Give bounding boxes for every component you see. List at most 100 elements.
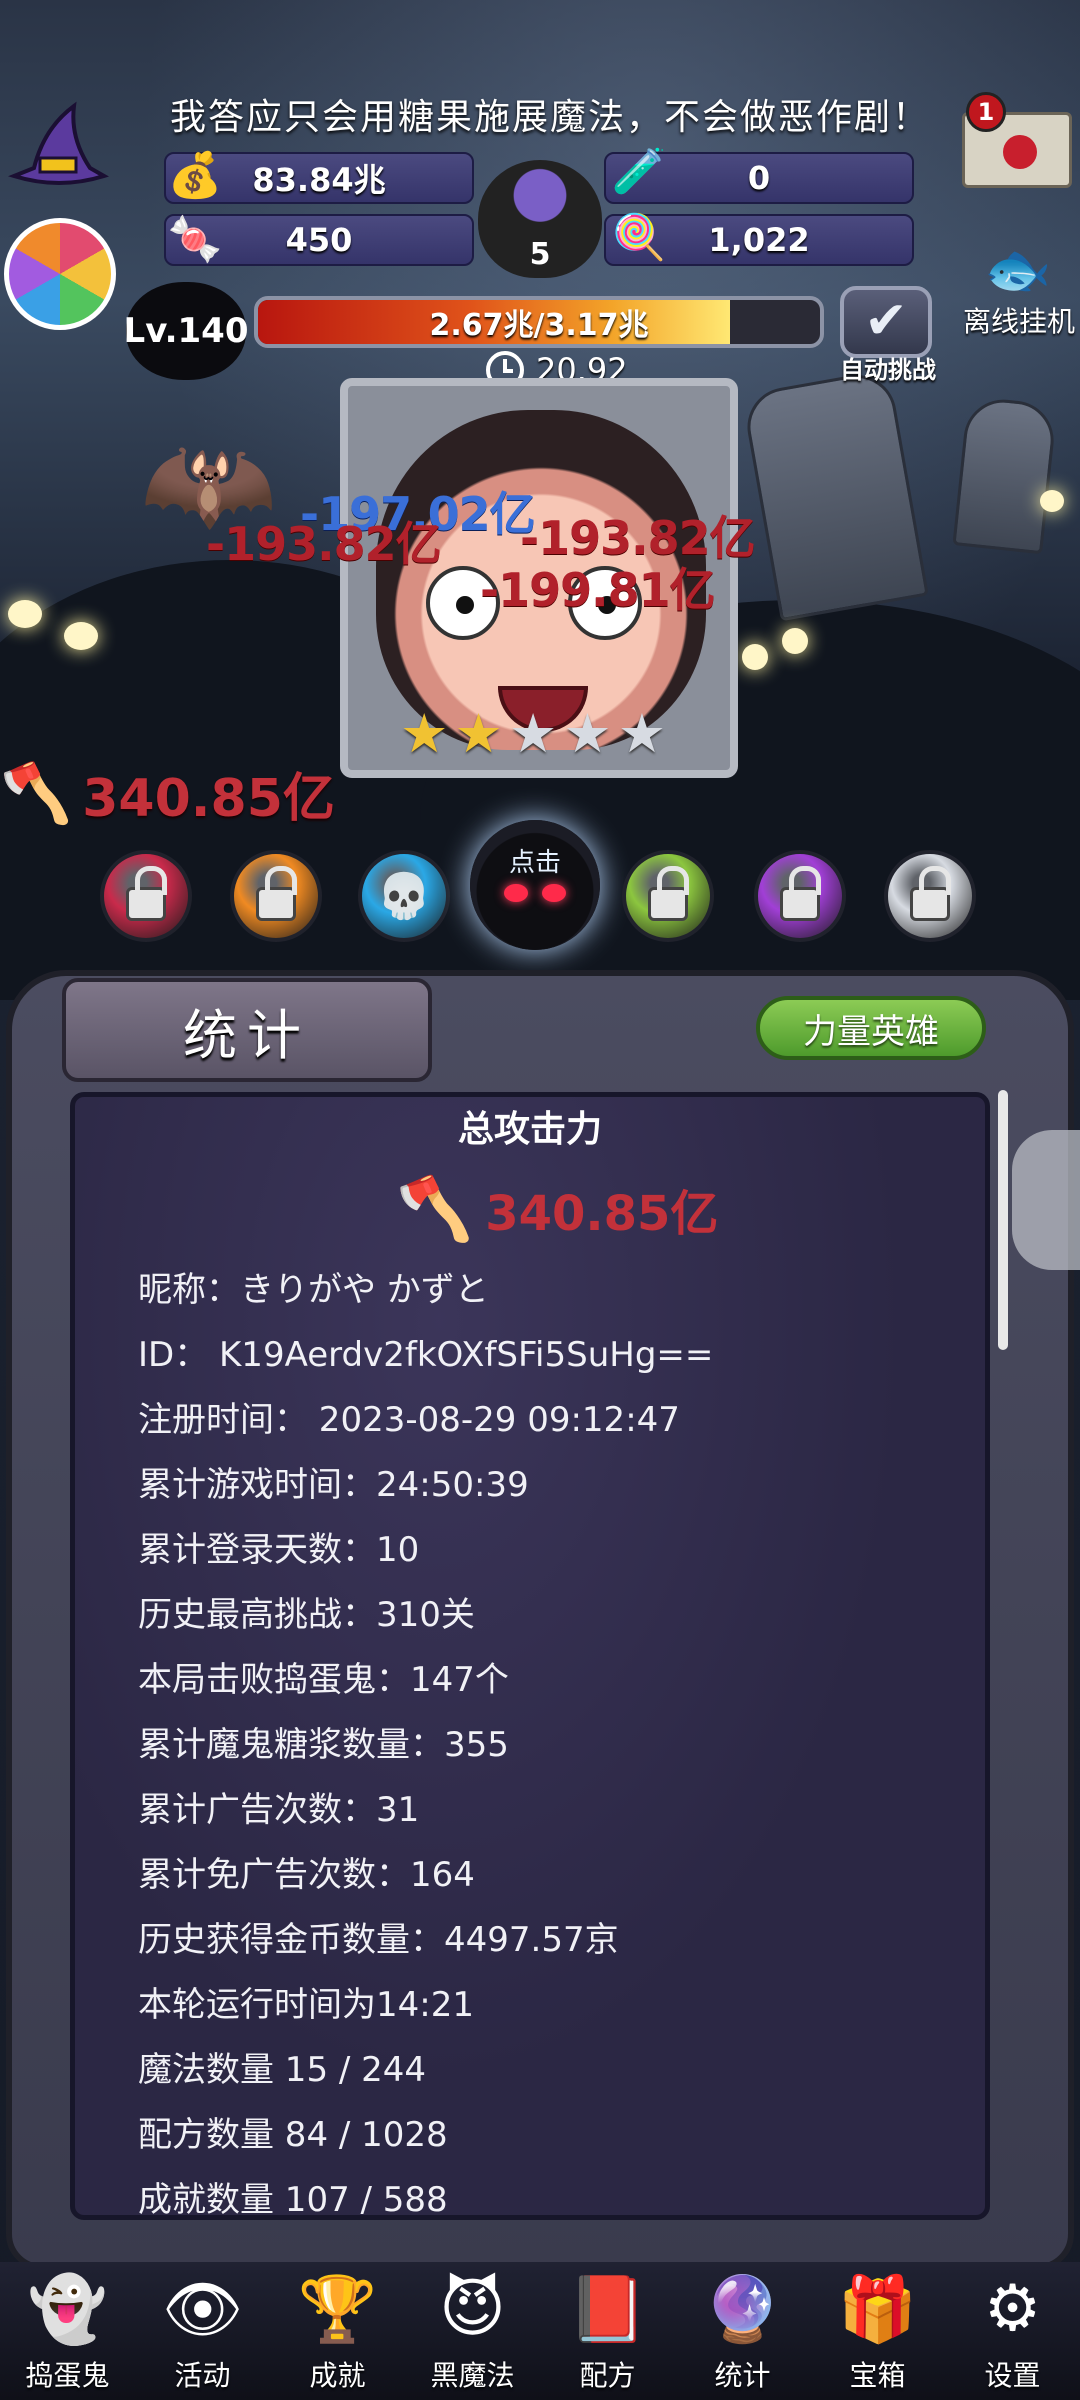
coins-value: 83.84兆: [252, 161, 386, 199]
ghost-icon: 👻: [27, 2272, 108, 2347]
stat-achievement-count: 成就数量 107 / 588: [138, 2180, 448, 2220]
stat-recipe-count: 配方数量 84 / 1028: [138, 2115, 448, 2155]
nav-label: 统计: [714, 2359, 771, 2392]
boss-hp-bar: 2.67兆/3.17兆: [254, 296, 824, 348]
nav-item-statistics[interactable]: 🔮 统计: [679, 2266, 807, 2394]
ghost-face-icon: 💀: [376, 871, 432, 922]
tab-power-heroes[interactable]: 力量英雄: [756, 996, 986, 1060]
nav-label: 宝箱: [849, 2359, 906, 2392]
skull-potion-icon: 🧪: [611, 146, 667, 197]
nav-item-dark-magic[interactable]: 😈 黑魔法: [409, 2266, 537, 2394]
lock-icon: [780, 866, 821, 921]
boss-hp-text: 2.67兆/3.17兆: [429, 308, 649, 343]
bottom-navigation: 👻 捣蛋鬼 👁 活动 🏆 成就 😈 黑魔法 📕 配方 🔮 统计 🎁 宝箱 ⚙ 设…: [0, 2262, 1080, 2400]
demon-eyes-icon: [504, 884, 566, 904]
cauldron-count: 5: [529, 237, 551, 272]
glowing-eye: [782, 628, 808, 654]
nav-item-chests[interactable]: 🎁 宝箱: [814, 2266, 942, 2394]
fishbone-icon[interactable]: 🐟: [958, 240, 1078, 300]
axe-icon: 🪓: [0, 759, 73, 827]
axe-icon: 🪓: [396, 1172, 474, 1245]
nav-label: 黑魔法: [430, 2359, 515, 2392]
stats-list: 昵称：きりがや かずと ID： K19Aerdv2fkOXfSFi5SuHg==…: [138, 1258, 978, 2233]
skill-orb-locked[interactable]: [622, 850, 714, 942]
glowing-eye: [8, 600, 42, 628]
mail-badge: 1: [966, 92, 1006, 132]
crystal-ball-icon: 🔮: [702, 2272, 783, 2347]
glowing-eye: [1040, 490, 1064, 512]
nav-item-recipes[interactable]: 📕 配方: [544, 2266, 672, 2394]
dark-magic-icon: 😈: [439, 2272, 506, 2346]
skill-orb-locked[interactable]: [230, 850, 322, 942]
damage-popup: -193.82亿: [206, 517, 442, 571]
star-icon: ★: [617, 702, 667, 765]
skill-orb-locked[interactable]: [884, 850, 976, 942]
candy-ball-icon[interactable]: [4, 218, 116, 330]
boss-star-rating: ★ ★ ★ ★ ★: [400, 702, 666, 765]
glowing-eye: [742, 644, 768, 670]
auto-challenge-checkbox[interactable]: ✔: [840, 286, 932, 358]
gift-box-icon: 🎁: [837, 2272, 918, 2347]
stat-register-time: 注册时间： 2023-08-29 09:12:47: [138, 1400, 680, 1440]
nav-item-settings[interactable]: ⚙ 设置: [949, 2266, 1077, 2394]
tab-statistics[interactable]: 统计: [62, 978, 432, 1082]
tombstone: [952, 395, 1058, 555]
coin-bag-icon: 💰: [167, 150, 223, 201]
lock-icon: [648, 866, 689, 921]
star-icon: ★: [400, 702, 449, 765]
nav-item-achievements[interactable]: 🏆 成就: [274, 2266, 402, 2394]
stat-ads: 累计广告次数：31: [138, 1790, 420, 1830]
nav-label: 配方: [579, 2359, 636, 2392]
auto-challenge-label[interactable]: 自动挑战: [828, 350, 948, 385]
side-drawer-handle[interactable]: [1012, 1130, 1080, 1270]
stat-login-days: 累计登录天数：10: [138, 1530, 420, 1570]
candy-wrap-value: 450: [285, 221, 353, 259]
nav-label: 成就: [309, 2359, 366, 2392]
potion-value: 0: [747, 159, 771, 197]
stat-run-time: 本轮运行时间为14:21: [138, 1985, 474, 2025]
panel-title: 总攻击力: [457, 1109, 602, 1150]
gear-icon: ⚙: [983, 2272, 1042, 2346]
skill-orb-locked[interactable]: [100, 850, 192, 942]
stat-id: ID： K19Aerdv2fkOXfSFi5SuHg==: [138, 1335, 714, 1375]
stat-syrup: 累计魔鬼糖浆数量：355: [138, 1725, 509, 1765]
cauldron-icon[interactable]: 5: [478, 160, 602, 278]
witch-hat-icon[interactable]: [4, 98, 114, 198]
skill-orb-locked[interactable]: [754, 850, 846, 942]
mail-seal: [1003, 135, 1037, 169]
recipe-book-icon: 📕: [567, 2272, 648, 2347]
tombstone: [741, 368, 929, 622]
skill-orb-active[interactable]: 点击: [470, 820, 600, 950]
star-icon: ★: [454, 702, 503, 765]
candy-corn-icon: 🍭: [611, 212, 667, 263]
lock-icon: [910, 866, 951, 921]
stat-magic-count: 魔法数量 15 / 244: [138, 2050, 427, 2090]
event-icon: 👁: [161, 2272, 244, 2347]
panel-scrollbar[interactable]: [998, 1090, 1008, 1350]
star-icon: ★: [508, 702, 558, 765]
stat-ad-free: 累计免广告次数：164: [138, 1855, 475, 1895]
skill-orb-ghost[interactable]: 💀: [358, 850, 450, 942]
star-icon: ★: [563, 702, 612, 765]
stat-highest-challenge: 历史最高挑战：310关: [138, 1595, 475, 1635]
lock-icon: [256, 866, 297, 921]
stat-gold-history: 历史获得金币数量：4497.57京: [138, 1920, 619, 1960]
stat-play-time: 累计游戏时间：24:50:39: [138, 1465, 529, 1505]
skill-orbs: 💀 点击: [100, 820, 980, 960]
glowing-eye: [64, 622, 98, 650]
stat-defeated: 本局击败捣蛋鬼：147个: [138, 1660, 509, 1700]
dps-display: 🪓 340.85亿: [0, 756, 335, 831]
total-power-row: 🪓 340.85亿: [396, 1172, 718, 1246]
dps-value: 340.85亿: [82, 769, 335, 829]
slogan-text: 我答应只会用糖果施展魔法，不会做恶作剧！: [169, 97, 930, 138]
offline-idle-label[interactable]: 离线挂机: [958, 300, 1080, 340]
level-badge: Lv.140: [124, 282, 248, 380]
nav-item-troublemaker[interactable]: 👻 捣蛋鬼: [4, 2266, 132, 2394]
nav-label: 捣蛋鬼: [25, 2359, 110, 2392]
nav-item-events[interactable]: 👁 活动: [139, 2266, 267, 2394]
stat-nickname: 昵称：きりがや かずと: [138, 1270, 489, 1310]
skull-candy-icon: 🍬: [167, 214, 223, 265]
skull-trophy-icon: 🏆: [297, 2272, 378, 2347]
tap-label: 点击: [508, 848, 561, 878]
damage-popup: -199.81亿: [480, 563, 716, 617]
